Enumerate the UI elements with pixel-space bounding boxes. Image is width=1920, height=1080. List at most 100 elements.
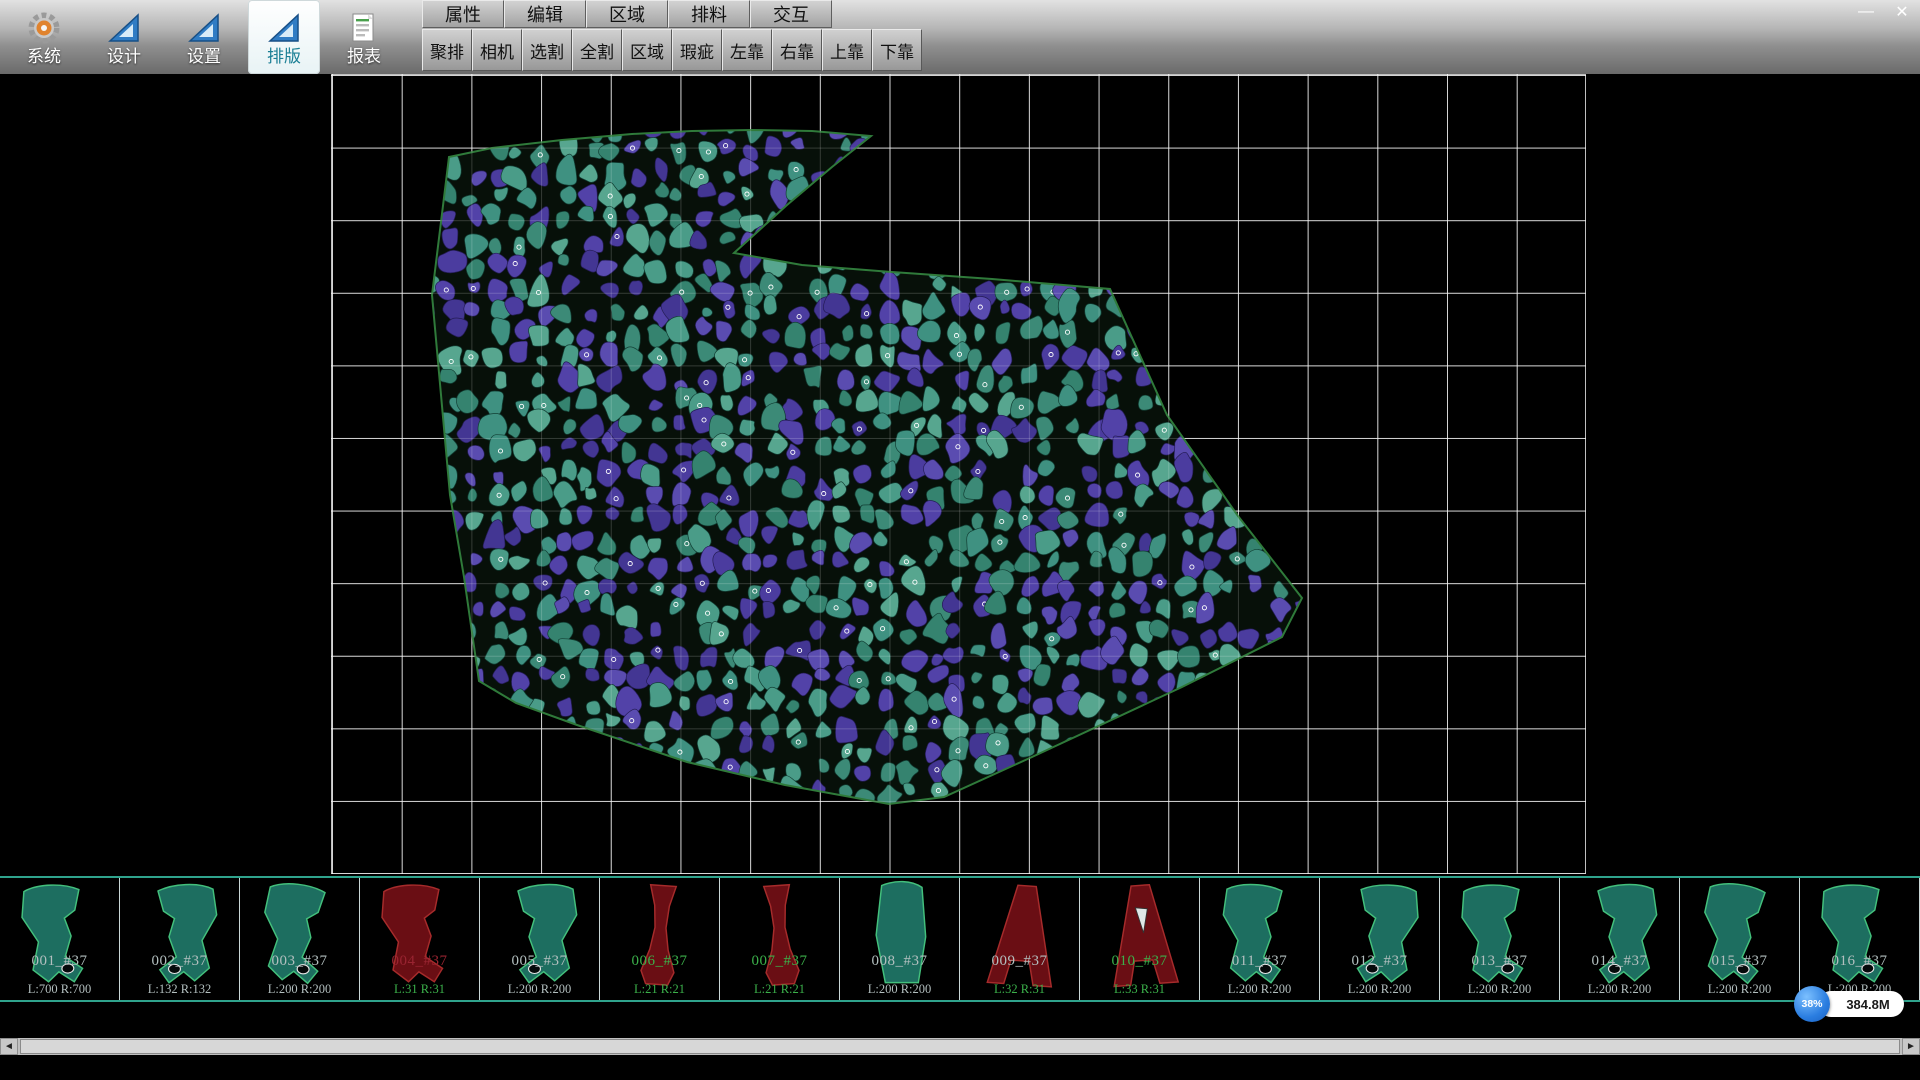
menu-block: 属性编辑区域排料交互 聚排相机选割全割区域瑕疵左靠右靠上靠下靠 bbox=[422, 0, 922, 74]
tool-button-snap-right[interactable]: 右靠 bbox=[772, 29, 822, 71]
work-grid bbox=[331, 74, 1586, 874]
piece-name: 008_#37 bbox=[840, 953, 959, 970]
piece-shape bbox=[730, 877, 829, 993]
horizontal-scrollbar[interactable]: ◄ ► bbox=[0, 1038, 1920, 1055]
piece-name: 001_#37 bbox=[0, 953, 119, 970]
tool-button-cluster-nest[interactable]: 聚排 bbox=[422, 29, 472, 71]
report-icon bbox=[346, 10, 382, 46]
piece-name: 015_#37 bbox=[1680, 953, 1799, 970]
piece-shape bbox=[1214, 880, 1306, 990]
piece-shape bbox=[134, 880, 226, 990]
memory-label: 384.8M bbox=[1818, 991, 1904, 1017]
piece-thumb-009[interactable]: 009_#37L:32 R:31 bbox=[960, 878, 1080, 1000]
main-button-settings[interactable]: 设置 bbox=[168, 0, 240, 74]
piece-shape bbox=[970, 877, 1069, 993]
minimize-button[interactable]: — bbox=[1854, 2, 1878, 22]
menu-tab-edit[interactable]: 编辑 bbox=[504, 0, 586, 28]
top-toolbar: 系统设计设置排版报表 属性编辑区域排料交互 聚排相机选割全割区域瑕疵左靠右靠上靠… bbox=[0, 0, 1920, 74]
main-button-system[interactable]: 系统 bbox=[8, 0, 80, 74]
piece-name: 007_#37 bbox=[720, 953, 839, 970]
piece-name: 011_#37 bbox=[1200, 953, 1319, 970]
menu-tab-attributes[interactable]: 属性 bbox=[422, 0, 504, 28]
scroll-left-arrow[interactable]: ◄ bbox=[0, 1038, 18, 1055]
menu-tab-region[interactable]: 区域 bbox=[586, 0, 668, 28]
piece-thumb-005[interactable]: 005_#37L:200 R:200 bbox=[480, 878, 600, 1000]
piece-name: 003_#37 bbox=[240, 953, 359, 970]
piece-name: 014_#37 bbox=[1560, 953, 1679, 970]
main-button-label: 设计 bbox=[107, 48, 141, 65]
gear-icon bbox=[26, 10, 62, 46]
main-button-label: 排版 bbox=[267, 48, 301, 65]
piece-thumb-016[interactable]: 016_#37L:200 R:200 bbox=[1800, 878, 1920, 1000]
window-controls: — ✕ bbox=[1854, 2, 1914, 22]
tool-button-select-cut[interactable]: 选割 bbox=[522, 29, 572, 71]
tool-button-row: 聚排相机选割全割区域瑕疵左靠右靠上靠下靠 bbox=[422, 29, 922, 71]
piece-thumb-008[interactable]: 008_#37 L:200 R:200 bbox=[840, 878, 960, 1000]
layout-icon bbox=[266, 10, 302, 46]
tool-button-snap-top[interactable]: 上靠 bbox=[822, 29, 872, 71]
main-button-label: 系统 bbox=[27, 48, 61, 65]
piece-lr-count: L:21 R:21 bbox=[600, 982, 719, 997]
piece-lr-count: L:200 R:200 bbox=[1560, 982, 1679, 997]
piece-thumb-004[interactable]: 004_#37 L:31 R:31 bbox=[360, 878, 480, 1000]
piece-name: 004_#37 bbox=[360, 953, 479, 970]
tool-button-snap-left[interactable]: 左靠 bbox=[722, 29, 772, 71]
piece-lr-count: L:200 R:200 bbox=[480, 982, 599, 997]
piece-thumb-006[interactable]: 006_#37 L:21 R:21 bbox=[600, 878, 720, 1000]
piece-lr-count: L:200 R:200 bbox=[1200, 982, 1319, 997]
piece-shape bbox=[10, 877, 109, 993]
scrollbar-track[interactable] bbox=[18, 1038, 1902, 1055]
scroll-right-arrow[interactable]: ► bbox=[1902, 1038, 1920, 1055]
piece-shape bbox=[494, 880, 586, 990]
piece-thumb-003[interactable]: 003_#37L:200 R:200 bbox=[240, 878, 360, 1000]
progress-circle: 38% bbox=[1794, 986, 1830, 1022]
piece-lr-count: L:31 R:31 bbox=[360, 982, 479, 997]
piece-lr-count: L:200 R:200 bbox=[1320, 982, 1439, 997]
leather-hide-nest[interactable] bbox=[332, 75, 1585, 873]
piece-shape bbox=[610, 877, 709, 993]
piece-thumb-002[interactable]: 002_#37 L:132 R:132 bbox=[120, 878, 240, 1000]
piece-lr-count: L:200 R:200 bbox=[1440, 982, 1559, 997]
main-button-label: 报表 bbox=[347, 48, 381, 65]
close-button[interactable]: ✕ bbox=[1890, 2, 1914, 22]
piece-lr-count: L:33 R:31 bbox=[1080, 982, 1199, 997]
piece-thumb-012[interactable]: 012_#37 L:200 R:200 bbox=[1320, 878, 1440, 1000]
piece-shape bbox=[370, 877, 469, 993]
piece-lr-count: L:132 R:132 bbox=[120, 982, 239, 997]
piece-lr-count: L:200 R:200 bbox=[1680, 982, 1799, 997]
main-button-report[interactable]: 报表 bbox=[328, 0, 400, 74]
piece-thumb-001[interactable]: 001_#37L:700 R:700 bbox=[0, 878, 120, 1000]
piece-thumbnail-strip: 001_#37L:700 R:700002_#37 L:132 R:132003_… bbox=[0, 876, 1920, 1002]
tool-button-region[interactable]: 区域 bbox=[622, 29, 672, 71]
piece-thumb-013[interactable]: 013_#37L:200 R:200 bbox=[1440, 878, 1560, 1000]
nesting-canvas[interactable] bbox=[0, 74, 1920, 876]
design-icon bbox=[106, 10, 142, 46]
piece-thumb-015[interactable]: 015_#37 L:200 R:200 bbox=[1680, 878, 1800, 1000]
tool-button-snap-bottom[interactable]: 下靠 bbox=[872, 29, 922, 71]
tool-button-defect[interactable]: 瑕疵 bbox=[672, 29, 722, 71]
piece-shape bbox=[1450, 877, 1549, 993]
piece-shape bbox=[1810, 877, 1909, 993]
menu-tab-nesting[interactable]: 排料 bbox=[668, 0, 750, 28]
tool-button-camera[interactable]: 相机 bbox=[472, 29, 522, 71]
main-button-design[interactable]: 设计 bbox=[88, 0, 160, 74]
settings-icon bbox=[186, 10, 222, 46]
piece-thumb-010[interactable]: 010_#37L:33 R:31 bbox=[1080, 878, 1200, 1000]
piece-name: 002_#37 bbox=[120, 953, 239, 970]
piece-thumb-007[interactable]: 007_#37 L:21 R:21 bbox=[720, 878, 840, 1000]
piece-name: 006_#37 bbox=[600, 953, 719, 970]
piece-shape bbox=[1690, 877, 1789, 993]
piece-lr-count: L:21 R:21 bbox=[720, 982, 839, 997]
scrollbar-thumb[interactable] bbox=[20, 1039, 1900, 1054]
piece-thumb-011[interactable]: 011_#37 L:200 R:200 bbox=[1200, 878, 1320, 1000]
main-button-label: 设置 bbox=[187, 48, 221, 65]
main-button-layout[interactable]: 排版 bbox=[248, 0, 320, 74]
status-badge: 384.8M 38% bbox=[1794, 986, 1906, 1022]
piece-name: 009_#37 bbox=[960, 953, 1079, 970]
piece-thumb-014[interactable]: 014_#37 L:200 R:200 bbox=[1560, 878, 1680, 1000]
app-window: 系统设计设置排版报表 属性编辑区域排料交互 聚排相机选割全割区域瑕疵左靠右靠上靠… bbox=[0, 0, 1920, 1080]
piece-lr-count: L:200 R:200 bbox=[840, 982, 959, 997]
piece-name: 012_#37 bbox=[1320, 953, 1439, 970]
tool-button-cut-all[interactable]: 全割 bbox=[572, 29, 622, 71]
menu-tab-interact[interactable]: 交互 bbox=[750, 0, 832, 28]
